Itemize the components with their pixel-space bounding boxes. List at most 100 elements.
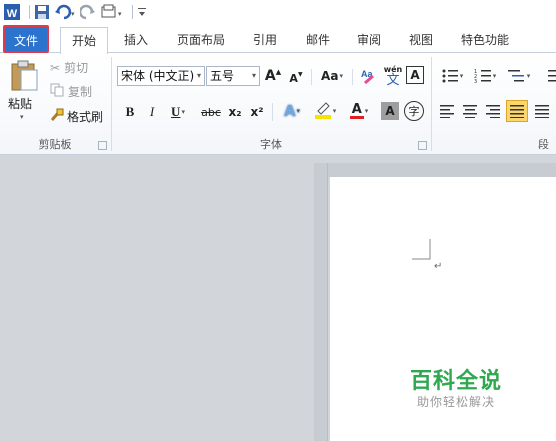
inline-divider <box>311 69 312 85</box>
ribbon-tabs: 文件 开始 插入 页面布局 引用 邮件 审阅 视图 特色功能 <box>0 24 556 54</box>
format-painter-icon <box>50 108 64 125</box>
shrink-font-button[interactable]: A ▼ <box>286 68 306 88</box>
clear-formatting-icon: Aa <box>361 69 374 85</box>
font-name-combo[interactable]: 宋体 (中文正) ▾ <box>117 66 205 86</box>
qat-divider <box>29 5 30 19</box>
tab-view[interactable]: 视图 <box>399 27 443 53</box>
subscript-icon: x₂ <box>228 105 242 119</box>
tab-mailings[interactable]: 邮件 <box>296 27 340 53</box>
svg-text:W: W <box>7 8 18 20</box>
clipboard-dialog-launcher[interactable] <box>98 141 107 150</box>
vertical-ruler[interactable] <box>314 163 328 441</box>
chevron-down-icon: ▾ <box>251 71 256 80</box>
paste-icon[interactable] <box>8 59 40 93</box>
group-divider <box>431 57 432 151</box>
distributed-icon <box>535 105 549 118</box>
font-name-value: 宋体 (中文正) <box>121 69 195 83</box>
font-color-icon: A <box>351 102 362 117</box>
italic-icon: I <box>149 104 155 119</box>
tab-home[interactable]: 开始 <box>60 27 108 54</box>
highlighter-icon <box>314 102 331 119</box>
tab-insert[interactable]: 插入 <box>114 27 158 53</box>
enclose-characters-button[interactable]: 字 <box>404 101 424 121</box>
grow-font-icon: A <box>264 68 276 84</box>
justify-button[interactable] <box>506 100 528 122</box>
svg-text:▾: ▾ <box>71 10 75 18</box>
superscript-button[interactable]: x² <box>247 102 267 122</box>
align-left-button[interactable] <box>437 101 457 121</box>
font-color-button[interactable]: A ▾ <box>344 101 374 121</box>
paragraph-group-label: 段 <box>538 138 549 151</box>
tab-file[interactable]: 文件 <box>3 25 49 53</box>
cut-button[interactable]: ✂ 剪切 <box>50 59 88 76</box>
format-painter-label: 格式刷 <box>67 110 104 124</box>
tab-features[interactable]: 特色功能 <box>452 27 518 53</box>
numbering-button[interactable]: 1 2 3 ▾ <box>470 66 500 86</box>
font-color-bar <box>349 116 364 119</box>
format-painter-button[interactable]: 格式刷 <box>50 108 103 125</box>
strikethrough-icon: abc <box>201 105 221 119</box>
text-effects-icon: A <box>283 102 296 120</box>
watermark-subtitle: 助你轻松解决 <box>417 395 496 409</box>
scissors-icon: ✂ <box>50 60 61 75</box>
multilevel-list-icon <box>507 70 524 82</box>
bullets-icon <box>442 69 458 83</box>
inline-divider <box>272 103 273 121</box>
ribbon-home: 粘贴 ▾ ✂ 剪切 复制 格式刷 剪贴板 宋体 (中文正) ▾ 五号 ▾ A ▲ … <box>0 53 556 155</box>
redo-icon[interactable] <box>80 3 96 21</box>
clipboard-group-label: 剪贴板 <box>38 138 72 151</box>
underline-icon: U <box>171 104 181 119</box>
paste-dropdown-icon[interactable]: ▾ <box>20 113 24 121</box>
copy-button[interactable]: 复制 <box>50 83 92 100</box>
word-app-icon[interactable]: W <box>3 3 21 21</box>
superscript-icon: x² <box>250 105 264 119</box>
clear-formatting-button[interactable]: Aa <box>358 64 380 88</box>
tab-references[interactable]: 引用 <box>243 27 287 53</box>
enclose-characters-icon: 字 <box>408 105 420 118</box>
customize-qat-icon[interactable] <box>137 3 147 21</box>
phonetic-char: 文 <box>386 72 400 88</box>
decrease-indent-button[interactable] <box>545 66 556 86</box>
tab-page-layout[interactable]: 页面布局 <box>168 27 234 53</box>
subscript-button[interactable]: x₂ <box>225 102 245 122</box>
paste-label: 粘贴 <box>8 97 33 111</box>
copy-icon <box>50 83 64 100</box>
paragraph-mark-icon: ↵ <box>434 261 443 272</box>
italic-button[interactable]: I <box>142 102 162 122</box>
underline-button[interactable]: U ▾ <box>164 102 192 122</box>
bold-icon: B <box>125 104 135 119</box>
inline-divider <box>352 69 353 85</box>
save-icon[interactable] <box>34 3 50 21</box>
font-size-combo[interactable]: 五号 ▾ <box>206 66 260 86</box>
align-left-icon <box>440 105 454 118</box>
tab-review[interactable]: 审阅 <box>347 27 391 53</box>
shrink-font-icon: A <box>289 71 298 85</box>
strikethrough-button[interactable]: abc <box>199 102 223 122</box>
indent-icon <box>547 70 556 82</box>
change-case-icon: Aa <box>321 69 339 83</box>
character-border-button[interactable]: A <box>406 66 424 84</box>
bullets-button[interactable]: ▾ <box>437 66 467 86</box>
align-center-icon <box>463 105 477 118</box>
horizontal-ruler[interactable] <box>328 163 556 177</box>
align-right-button[interactable] <box>483 101 503 121</box>
margin-corner-marker <box>412 239 431 260</box>
character-shading-button[interactable]: A <box>381 102 399 120</box>
text-effects-button[interactable]: A ▾ <box>278 101 306 121</box>
distributed-button[interactable] <box>532 101 552 121</box>
change-case-button[interactable]: Aa ▾ <box>318 66 346 86</box>
numbering-icon: 123 <box>474 69 491 84</box>
font-dialog-launcher[interactable] <box>418 141 427 150</box>
quick-access-toolbar: W ▾ ▾ <box>0 0 556 24</box>
print-preview-icon[interactable]: ▾ <box>100 3 124 21</box>
highlight-color-button[interactable]: ▾ <box>310 101 340 121</box>
paste-button[interactable]: 粘贴 <box>8 95 42 112</box>
multilevel-list-button[interactable]: ▾ <box>504 66 534 86</box>
grow-font-button[interactable]: A ▲ <box>263 66 283 86</box>
undo-icon[interactable]: ▾ <box>54 3 76 21</box>
align-center-button[interactable] <box>460 101 480 121</box>
bold-button[interactable]: B <box>120 102 140 122</box>
justify-icon <box>510 105 524 118</box>
font-group-label: 字体 <box>260 138 282 151</box>
phonetic-guide-button[interactable]: wén 文 <box>382 62 404 90</box>
